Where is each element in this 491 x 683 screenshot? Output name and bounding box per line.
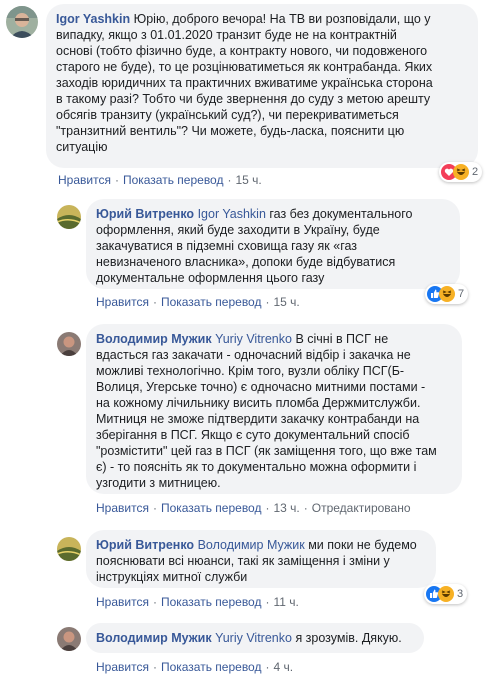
haha-icon — [439, 286, 455, 302]
haha-icon — [438, 586, 454, 602]
comment-text: В січні в ПСГ не вдасться газ закачати -… — [96, 332, 437, 490]
timestamp[interactable]: 15 ч. — [273, 295, 299, 309]
haha-icon — [453, 164, 469, 180]
show-translation-link[interactable]: Показать перевод — [161, 660, 262, 674]
timestamp[interactable]: 4 ч. — [273, 660, 293, 674]
comment-actions: Нравится · Показать перевод · 4 ч. — [96, 660, 294, 674]
comment-author[interactable]: Володимир Мужик — [96, 631, 212, 645]
comment-actions: Нравится · Показать перевод · 11 ч. — [96, 595, 299, 609]
comment-actions: Нравится · Показать перевод · 15 ч. — [58, 173, 262, 187]
reactions-badge[interactable]: 2 — [439, 162, 483, 182]
comment-bubble: Юрий Витренко Igor Yashkin газ без докум… — [86, 199, 460, 289]
edited-label[interactable]: Отредактировано — [312, 501, 411, 515]
reactions-badge[interactable]: 3 — [424, 584, 468, 604]
comment-actions: Нравится · Показать перевод · 15 ч. — [96, 295, 300, 309]
reactions-badge[interactable]: 7 — [425, 284, 469, 304]
show-translation-link[interactable]: Показать перевод — [161, 501, 262, 515]
comment-author[interactable]: Юрий Витренко — [96, 538, 194, 552]
comment-actions: Нравится · Показать перевод · 13 ч. · Отредакт… — [96, 501, 411, 515]
avatar[interactable] — [57, 332, 81, 356]
mention-link[interactable]: Володимир Мужик — [198, 538, 305, 552]
comment-bubble: Юрий Витренко Володимир Мужик ми поки не… — [86, 530, 436, 588]
reaction-count: 7 — [458, 288, 465, 300]
timestamp[interactable]: 11 ч. — [273, 595, 298, 609]
mention-link[interactable]: Yuriy Vitrenko — [215, 631, 292, 645]
comment-text: Юрію, доброго вечора! На ТВ ви розповіда… — [56, 12, 433, 154]
timestamp[interactable]: 15 ч. — [235, 173, 261, 187]
show-translation-link[interactable]: Показать перевод — [161, 295, 262, 309]
like-link[interactable]: Нравится — [96, 295, 149, 309]
avatar[interactable] — [57, 205, 81, 229]
show-translation-link[interactable]: Показать перевод — [123, 173, 224, 187]
comment-bubble: Igor Yashkin Юрію, доброго вечора! На ТВ… — [46, 4, 478, 168]
avatar[interactable] — [6, 6, 38, 38]
comment-author[interactable]: Igor Yashkin — [56, 12, 130, 26]
reaction-count: 3 — [457, 588, 464, 600]
timestamp[interactable]: 13 ч. — [273, 501, 299, 515]
like-link[interactable]: Нравится — [96, 501, 149, 515]
comment-text: я зрозумів. Дякую. — [291, 631, 402, 645]
avatar[interactable] — [57, 627, 81, 651]
like-link[interactable]: Нравится — [96, 595, 149, 609]
comment-bubble: Володимир Мужик Yuriy Vitrenko я зрозумі… — [86, 623, 424, 653]
avatar[interactable] — [57, 537, 81, 561]
comment-bubble: Володимир Мужик Yuriy Vitrenko В січні в… — [86, 324, 462, 494]
comment-author[interactable]: Володимир Мужик — [96, 332, 212, 346]
like-link[interactable]: Нравится — [96, 660, 149, 674]
reaction-count: 2 — [472, 166, 479, 178]
like-link[interactable]: Нравится — [58, 173, 111, 187]
show-translation-link[interactable]: Показать перевод — [161, 595, 262, 609]
mention-link[interactable]: Igor Yashkin — [198, 207, 266, 221]
mention-link[interactable]: Yuriy Vitrenko — [215, 332, 292, 346]
comment-author[interactable]: Юрий Витренко — [96, 207, 194, 221]
